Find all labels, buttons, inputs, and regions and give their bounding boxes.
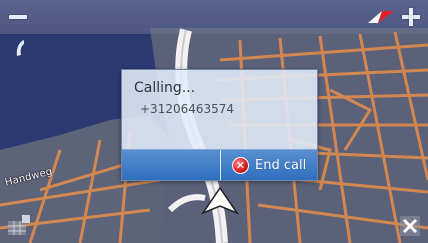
- phone-number: +31206463574: [140, 102, 235, 116]
- navigation-screen: Handweg Calling... +31206463574 ✕ End ca…: [0, 0, 428, 243]
- grid-menu-icon: [8, 215, 30, 235]
- close-icon: [400, 216, 420, 236]
- close-button[interactable]: [399, 215, 421, 237]
- zoom-out-button[interactable]: [6, 7, 32, 27]
- end-call-button[interactable]: ✕ End call: [232, 154, 306, 176]
- x-circle-icon: ✕: [232, 156, 249, 174]
- dialog-action-spacer: [122, 150, 221, 180]
- dialog-title: Calling...: [134, 80, 196, 96]
- menu-button[interactable]: [6, 213, 32, 237]
- end-call-label: End call: [255, 157, 307, 173]
- calling-dialog: Calling... +31206463574 ✕ End call: [121, 69, 318, 181]
- phone-button[interactable]: [12, 38, 30, 60]
- dialog-action-bar: ✕ End call: [122, 149, 317, 180]
- compass-button[interactable]: [366, 9, 396, 25]
- horizon-haze: [0, 0, 428, 34]
- phone-icon: [16, 40, 24, 56]
- zoom-in-button[interactable]: [400, 6, 422, 28]
- compass-icon: [368, 11, 394, 23]
- minus-icon: [9, 15, 27, 19]
